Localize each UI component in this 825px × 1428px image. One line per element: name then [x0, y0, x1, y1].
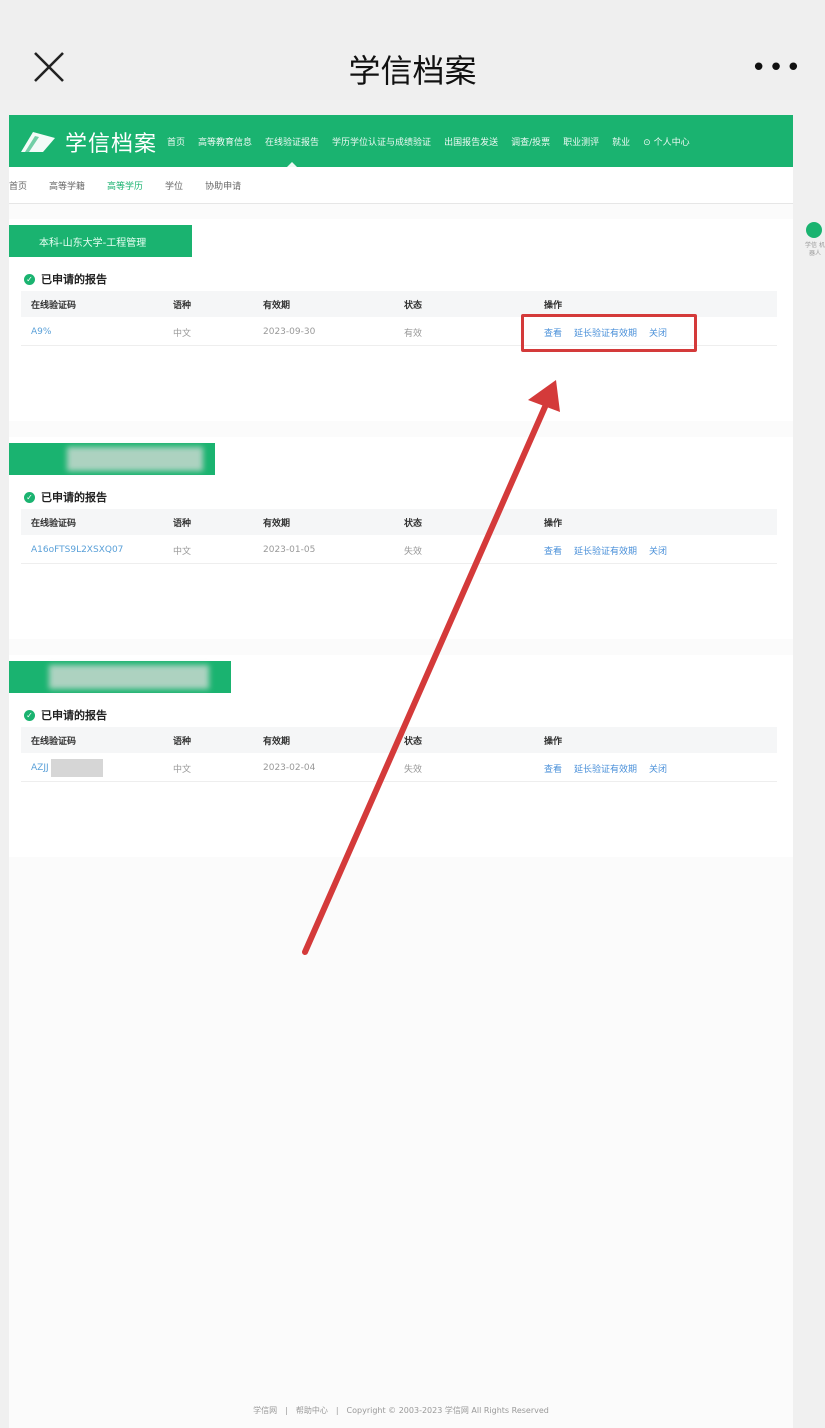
view-link[interactable]: 查看	[544, 544, 562, 557]
th-language: 语种	[173, 736, 192, 747]
annotation-highlight-box	[521, 314, 697, 352]
table-row: AZJJ 中文 2023-02-04 失效 查看 延长验证有效期 关闭	[21, 755, 777, 782]
extend-validity-link[interactable]: 延长验证有效期	[574, 544, 637, 557]
nav-item-survey[interactable]: 调查/投票	[511, 135, 550, 148]
robot-icon	[806, 222, 822, 238]
nav-item-career-test[interactable]: 职业测评	[563, 135, 599, 148]
language-cell: 中文	[173, 546, 192, 557]
language-cell: 中文	[173, 328, 192, 339]
subnav-degree[interactable]: 学位	[165, 179, 183, 192]
redacted-area	[49, 665, 209, 689]
th-code: 在线验证码	[31, 736, 77, 747]
th-status: 状态	[404, 518, 423, 529]
nav-menu: 首页 高等教育信息 在线验证报告 学历学位认证与成绩验证 出国报告发送 调查/投…	[167, 115, 703, 168]
check-icon: ✓	[24, 491, 35, 503]
footer-link-help[interactable]: 帮助中心	[296, 1405, 328, 1416]
section-title: ✓ 已申请的报告	[24, 489, 107, 505]
ellipsis-icon: •••	[750, 53, 803, 83]
record-card-1: 本科-山东大学-工程管理 ✓ 已申请的报告 在线验证码 语种 有效期 状态 操作 …	[9, 219, 793, 421]
table-header: 在线验证码 语种 有效期 状态 操作	[21, 509, 777, 535]
web-page: 学信档案 首页 高等教育信息 在线验证报告 学历学位认证与成绩验证 出国报告发送…	[9, 115, 793, 1428]
record-tag	[9, 443, 215, 475]
table-header: 在线验证码 语种 有效期 状态 操作	[21, 727, 777, 753]
nav-item-online-report[interactable]: 在线验证报告	[265, 135, 320, 168]
language-cell: 中文	[173, 764, 192, 775]
main-nav: 学信档案 首页 高等教育信息 在线验证报告 学历学位认证与成绩验证 出国报告发送…	[9, 115, 793, 168]
verification-code: A16oFTS9L2XSXQ07	[31, 545, 124, 555]
record-card-2: ✓ 已申请的报告 在线验证码 语种 有效期 状态 操作 A16oFTS9L2XSX…	[9, 437, 793, 639]
book-logo-icon	[21, 132, 55, 152]
more-options-button[interactable]: •••	[751, 55, 803, 81]
check-icon: ✓	[24, 273, 35, 285]
section-title: ✓ 已申请的报告	[24, 271, 107, 287]
view-link[interactable]: 查看	[544, 762, 562, 775]
expiry-cell: 2023-01-05	[263, 545, 316, 555]
close-link[interactable]: 关闭	[649, 762, 667, 775]
nav-item-certification[interactable]: 学历学位认证与成绩验证	[332, 135, 431, 148]
footer-link-xuexin[interactable]: 学信网	[253, 1405, 277, 1416]
th-expiry: 有效期	[263, 736, 291, 747]
verification-code: A9%	[31, 327, 52, 337]
actions-cell: 查看 延长验证有效期 关闭	[544, 537, 679, 563]
status-cell: 有效	[404, 328, 423, 339]
status-cell: 失效	[404, 764, 423, 775]
record-tag: 本科-山东大学-工程管理	[9, 225, 192, 257]
redacted-area	[67, 447, 203, 471]
th-language: 语种	[173, 300, 192, 311]
nav-item-personal-center-label: 个人中心	[653, 137, 690, 148]
th-status: 状态	[404, 300, 423, 311]
nav-item-home[interactable]: 首页	[167, 135, 185, 148]
footer-copyright: Copyright © 2003-2023 学信网 All Rights Res…	[346, 1405, 549, 1415]
nav-item-education-info[interactable]: 高等教育信息	[198, 135, 252, 148]
section-title: ✓ 已申请的报告	[24, 707, 107, 723]
th-code: 在线验证码	[31, 518, 77, 529]
expiry-cell: 2023-02-04	[263, 763, 316, 773]
redacted-area	[50, 759, 103, 777]
th-actions: 操作	[544, 518, 563, 529]
nav-item-online-report-label: 在线验证报告	[265, 137, 320, 148]
brand-logo[interactable]: 学信档案	[19, 127, 157, 157]
subnav-enrollment[interactable]: 高等学籍	[49, 179, 85, 192]
page-footer: 学信网 | 帮助中心 | Copyright © 2003-2023 学信网 A…	[253, 1405, 549, 1416]
app-top-bar: 学信档案 •••	[0, 0, 825, 100]
subnav-degree-education[interactable]: 高等学历	[107, 179, 143, 192]
page-title: 学信档案	[348, 52, 477, 90]
table-row: A16oFTS9L2XSXQ07 中文 2023-01-05 失效 查看 延长验…	[21, 537, 777, 564]
sub-nav: 首页 高等学籍 高等学历 学位 协助申请	[9, 167, 793, 204]
actions-cell: 查看 延长验证有效期 关闭	[544, 755, 679, 781]
user-icon: ⊙	[643, 137, 654, 148]
brand-name: 学信档案	[65, 132, 158, 157]
th-code: 在线验证码	[31, 300, 77, 311]
close-link[interactable]: 关闭	[649, 544, 667, 557]
robot-widget-label: 学信 机器人	[805, 242, 825, 257]
status-cell: 失效	[404, 546, 423, 557]
subnav-assist-request[interactable]: 协助申请	[205, 179, 241, 192]
expiry-cell: 2023-09-30	[263, 327, 316, 337]
nav-item-personal-center[interactable]: ⊙ 个人中心	[643, 135, 689, 148]
verification-code: AZJJ	[31, 755, 103, 781]
extend-validity-link[interactable]: 延长验证有效期	[574, 762, 637, 775]
verification-code-text: AZJJ	[31, 763, 49, 773]
record-tag	[9, 661, 231, 693]
th-expiry: 有效期	[263, 300, 291, 311]
th-status: 状态	[404, 736, 423, 747]
nav-item-abroad-report[interactable]: 出国报告发送	[444, 135, 498, 148]
th-language: 语种	[173, 518, 192, 529]
th-expiry: 有效期	[263, 518, 291, 529]
check-icon: ✓	[24, 709, 35, 721]
th-actions: 操作	[544, 736, 563, 747]
nav-item-employment[interactable]: 就业	[612, 135, 630, 148]
floating-robot-widget[interactable]: 学信 机器人	[803, 222, 825, 272]
subnav-home[interactable]: 首页	[9, 179, 27, 192]
record-card-3: ✓ 已申请的报告 在线验证码 语种 有效期 状态 操作 AZJJ 中文 2023-…	[9, 655, 793, 857]
